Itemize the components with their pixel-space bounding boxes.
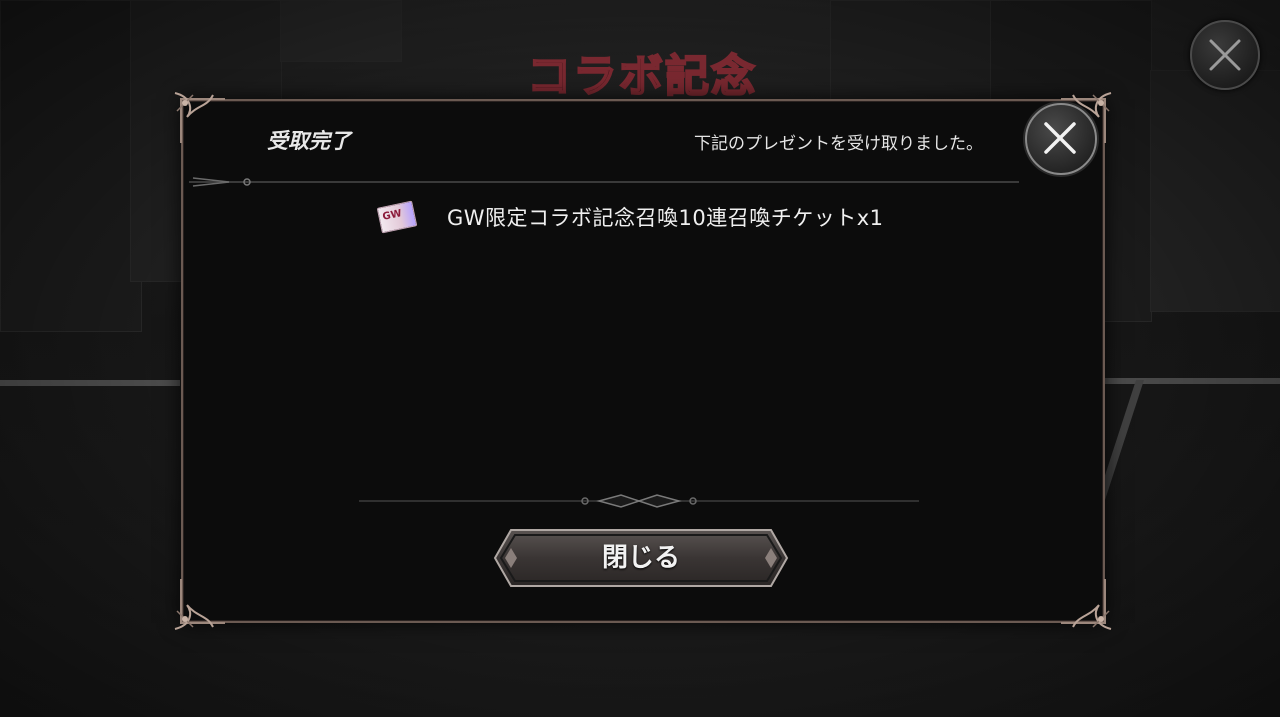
reward-list-item: GW GW限定コラボ記念召喚10連召喚チケットx1 <box>376 199 884 235</box>
close-button-label: 閉じる <box>601 543 680 573</box>
ornament-corner-icon <box>174 92 225 143</box>
dialog-close-button[interactable] <box>1025 103 1097 175</box>
header-divider <box>189 177 1019 187</box>
close-icon <box>1044 122 1076 154</box>
gw-ticket-icon: GW <box>376 200 418 234</box>
reward-label: GW限定コラボ記念召喚10連召喚チケットx1 <box>447 206 884 230</box>
ornament-corner-icon <box>1061 579 1112 630</box>
footer-divider <box>359 494 919 508</box>
close-icon <box>1209 39 1241 71</box>
ticket-icon-text: GW <box>381 208 403 223</box>
dialog-message: 下記のプレゼントを受け取りました。 <box>694 134 983 154</box>
screen-close-button[interactable] <box>1190 20 1260 90</box>
dialog-title: 受取完了 <box>267 129 351 153</box>
reward-dialog: 受取完了 下記のプレゼントを受け取りました。 GW GW限定コラボ記念召喚10連… <box>174 92 1112 630</box>
event-banner-logo: コラボ記念 <box>526 50 757 103</box>
close-button[interactable]: 閉じる <box>493 528 789 588</box>
ornament-corner-icon <box>174 579 225 630</box>
